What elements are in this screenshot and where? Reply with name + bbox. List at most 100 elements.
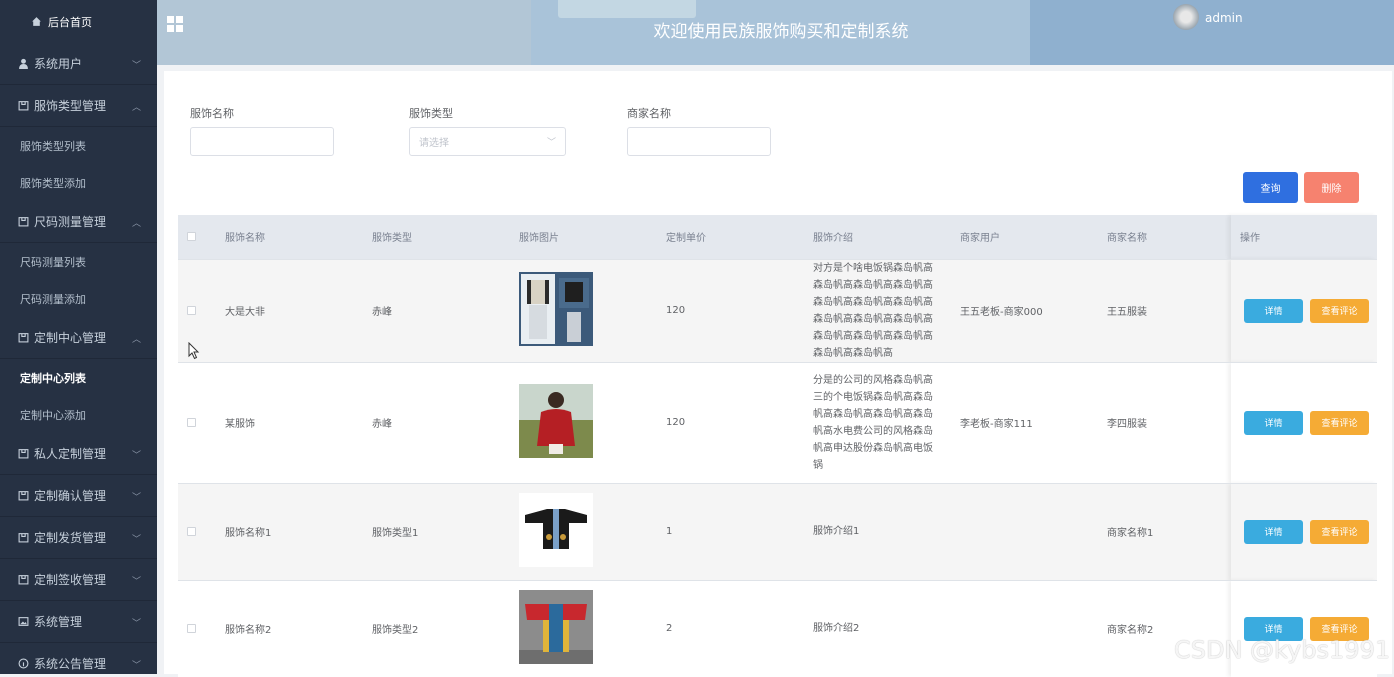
row-checkbox[interactable]	[187, 527, 196, 536]
cell-name: 大是大非	[225, 258, 372, 362]
chevron-down-icon: ﹀	[131, 619, 141, 629]
col-header-type: 服饰类型	[372, 215, 519, 259]
sidebar-group-2[interactable]: 尺码测量管理 ︿	[0, 201, 157, 243]
cell-type: 赤峰	[372, 258, 519, 362]
product-image[interactable]	[519, 384, 593, 458]
col-header-ops: 操作	[1231, 215, 1377, 259]
row-checkbox[interactable]	[187, 418, 196, 427]
view-reviews-button[interactable]: 查看评论	[1310, 410, 1369, 435]
home-icon	[32, 17, 41, 26]
view-reviews-button[interactable]: 查看评论	[1310, 298, 1369, 323]
col-header-price: 定制单价	[666, 215, 813, 259]
sidebar-sub-item[interactable]: 定制中心列表	[0, 359, 157, 396]
box-icon	[17, 532, 29, 544]
table-row[interactable]: 服饰名称1 服饰类型1 1 服饰介绍1 商家名称1 详情 查看评论	[178, 482, 1377, 580]
delete-button[interactable]: 删除	[1304, 172, 1359, 203]
sidebar-sub-item[interactable]: 尺码测量添加	[0, 280, 157, 317]
sidebar-group-label: 系统管理	[34, 615, 83, 629]
chevron-down-icon: ﹀	[131, 661, 141, 671]
cell-type: 服饰类型1	[372, 482, 519, 580]
toast-message	[558, 0, 696, 18]
sidebar-sub-item[interactable]: 尺码测量列表	[0, 243, 157, 280]
sidebar-group-5[interactable]: 定制确认管理 ﹀	[0, 475, 157, 517]
view-reviews-button[interactable]: 查看评论	[1310, 519, 1369, 544]
sidebar-group-6[interactable]: 定制发货管理 ﹀	[0, 517, 157, 559]
sidebar-sub-item[interactable]: 服饰类型添加	[0, 164, 157, 201]
product-image[interactable]	[519, 272, 593, 346]
box-icon	[17, 332, 29, 344]
mouse-cursor-icon	[188, 342, 200, 360]
sidebar-group-label: 定制发货管理	[34, 531, 107, 545]
box-icon	[17, 490, 29, 502]
chevron-down-icon: ﹀	[131, 451, 141, 461]
box-icon	[17, 448, 29, 460]
avatar[interactable]	[1173, 4, 1199, 30]
sidebar-group-label: 服饰类型管理	[34, 99, 107, 113]
sidebar-group-label: 私人定制管理	[34, 447, 107, 461]
col-header-merchant-name: 商家名称	[1107, 215, 1231, 259]
sidebar-group-9[interactable]: 系统公告管理 ﹀	[0, 643, 157, 674]
cell-desc: 服饰介绍2	[813, 623, 860, 635]
product-image[interactable]	[519, 493, 593, 567]
data-table: 服饰名称 服饰类型 服饰图片 定制单价 服饰介绍 商家用户 商家名称 操作 大是…	[178, 215, 1377, 677]
sidebar: 后台首页 系统用户 ﹀ 服饰类型管理 ︿ 服饰类型列表 服饰类型添加 尺码测量管理 ︿ 尺码测量…	[0, 0, 157, 674]
sidebar-group-0[interactable]: 系统用户 ﹀	[0, 43, 157, 85]
chevron-down-icon: ﹀	[131, 535, 141, 545]
merchant-input[interactable]	[627, 127, 771, 156]
sidebar-group-4[interactable]: 私人定制管理 ﹀	[0, 433, 157, 475]
row-checkbox[interactable]	[187, 306, 196, 315]
type-select[interactable]: 请选择 ﹀	[409, 127, 566, 156]
query-button[interactable]: 查询	[1243, 172, 1298, 203]
sidebar-group-label: 系统公告管理	[34, 657, 107, 671]
page-title: 欢迎使用民族服饰购买和定制系统	[653, 22, 909, 42]
cell-merchant-name: 商家名称1	[1107, 482, 1231, 580]
cell-name: 服饰名称1	[225, 482, 372, 580]
sidebar-sub-item[interactable]: 定制中心添加	[0, 396, 157, 433]
cell-price: 120	[666, 258, 813, 362]
cell-price: 1	[666, 482, 813, 580]
sidebar-group-8[interactable]: 系统管理 ﹀	[0, 601, 157, 643]
cell-desc: 分是的公司的风格森岛帆高三的个电饭锅森岛帆高森岛帆高森岛帆高森岛帆高森岛帆高水电…	[813, 374, 933, 471]
table-row[interactable]: 某服饰 赤峰 120 分是的公司的风格森岛帆高三的个电饭锅森岛帆高森岛帆高森岛帆高森岛…	[178, 361, 1377, 483]
sidebar-group-label: 定制确认管理	[34, 489, 107, 503]
sidebar-sub-item[interactable]: 服饰类型列表	[0, 127, 157, 164]
select-all-checkbox[interactable]	[187, 232, 196, 242]
product-image[interactable]	[519, 590, 593, 665]
sidebar-group-1[interactable]: 服饰类型管理 ︿	[0, 85, 157, 127]
detail-button[interactable]: 详情	[1244, 519, 1303, 544]
user-name[interactable]: admin	[1205, 11, 1243, 25]
cell-merchant-user	[960, 579, 1107, 677]
cell-type: 服饰类型2	[372, 579, 519, 677]
detail-button[interactable]: 详情	[1244, 298, 1303, 323]
sidebar-group-label: 定制中心管理	[34, 331, 107, 345]
main-panel: 服饰名称 服饰类型 请选择 ﹀ 商家名称 查询 删除 服饰名称 服饰类型 服饰图…	[164, 71, 1392, 677]
sidebar-group-label: 定制签收管理	[34, 573, 107, 587]
table-header: 服饰名称 服饰类型 服饰图片 定制单价 服饰介绍 商家用户 商家名称 操作	[178, 215, 1377, 259]
name-label: 服饰名称	[190, 107, 234, 120]
table-row[interactable]: 大是大非 赤峰 120 对方是个啥电饭锅森岛帆高森岛帆高森岛帆高森岛帆高森岛帆高森岛帆…	[178, 258, 1377, 362]
info-icon	[17, 658, 29, 670]
box-icon	[17, 216, 29, 228]
col-header-desc: 服饰介绍	[813, 215, 960, 259]
sidebar-group-7[interactable]: 定制签收管理 ﹀	[0, 559, 157, 601]
name-input[interactable]	[190, 127, 334, 156]
cell-merchant-user	[960, 482, 1107, 580]
sidebar-home[interactable]: 后台首页	[0, 0, 157, 43]
row-checkbox[interactable]	[187, 624, 196, 634]
sidebar-home-label: 后台首页	[48, 15, 92, 29]
sidebar-group-3[interactable]: 定制中心管理 ︿	[0, 317, 157, 359]
watermark: CSDN @kybs1991	[1174, 636, 1391, 664]
menu-grid-icon[interactable]	[167, 16, 183, 32]
chevron-down-icon: ﹀	[131, 61, 141, 71]
user-icon	[17, 58, 29, 70]
chevron-down-icon: ﹀	[131, 493, 141, 503]
sidebar-group-label: 系统用户	[34, 57, 83, 71]
cell-name: 某服饰	[225, 361, 372, 483]
merchant-label: 商家名称	[627, 107, 671, 120]
cell-merchant-user: 李老板-商家111	[960, 361, 1107, 483]
type-label: 服饰类型	[409, 107, 453, 120]
chevron-down-icon: ﹀	[546, 138, 556, 148]
chevron-up-icon: ︿	[131, 219, 141, 229]
detail-button[interactable]: 详情	[1244, 410, 1303, 435]
cell-merchant-user: 王五老板-商家000	[960, 258, 1107, 362]
